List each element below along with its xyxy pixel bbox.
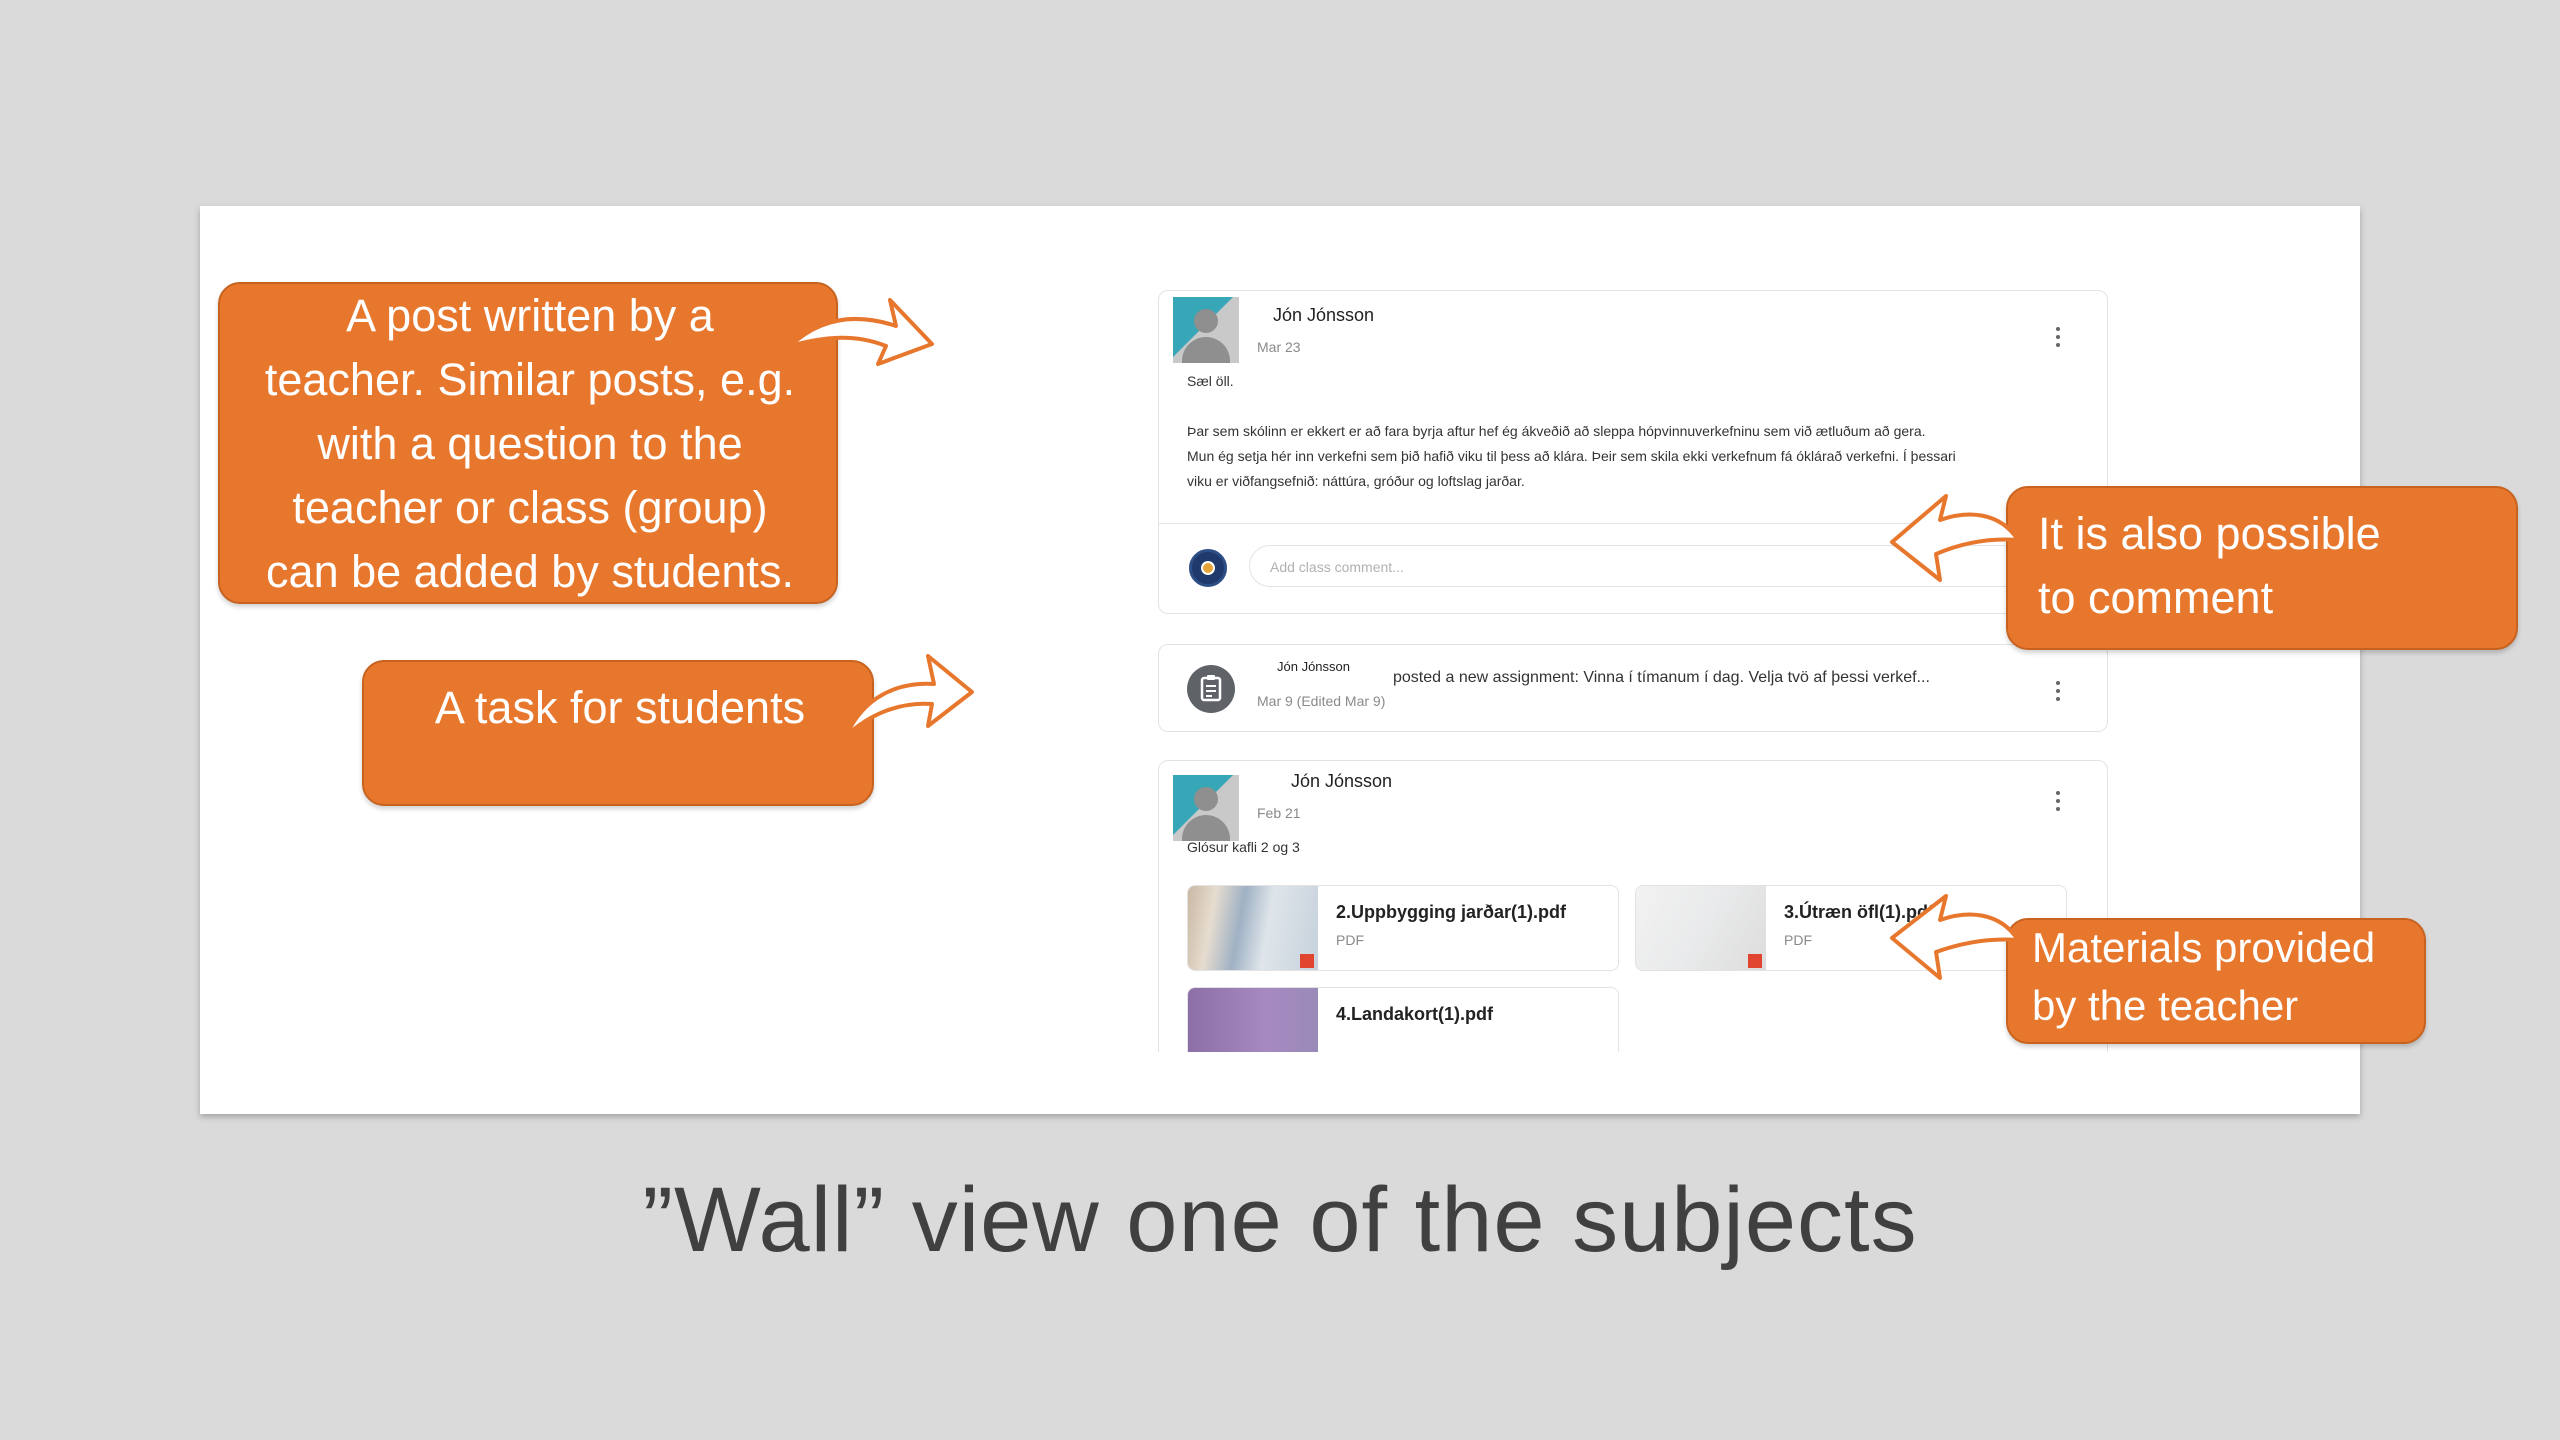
callout-line: with a question to the bbox=[317, 418, 743, 469]
arrow-right-icon bbox=[788, 298, 934, 366]
attachment-thumbnail bbox=[1636, 886, 1766, 970]
author-avatar[interactable] bbox=[1173, 775, 1239, 841]
callout-materials: Materials provided by the teacher bbox=[2006, 918, 2426, 1044]
arrow-right-icon bbox=[844, 654, 974, 738]
post-author[interactable]: Jón Jónsson bbox=[1273, 305, 1374, 326]
post-date: Feb 21 bbox=[1257, 805, 1301, 821]
current-user-avatar bbox=[1189, 549, 1227, 587]
more-options-icon[interactable] bbox=[2053, 681, 2063, 705]
callout-line: A task for students bbox=[434, 682, 806, 733]
callout-comment: It is also possible to comment bbox=[2006, 486, 2518, 650]
attachment-card[interactable]: 2.Uppbygging jarðar(1).pdf PDF bbox=[1187, 885, 1619, 971]
attachment-name: 4.Landakort(1).pdf bbox=[1336, 1004, 1494, 1024]
callout-task: A task for students bbox=[362, 660, 874, 806]
author-avatar[interactable] bbox=[1173, 297, 1239, 363]
arrow-left-icon bbox=[1890, 894, 2020, 980]
attachment-type: PDF bbox=[1336, 932, 1364, 948]
post-body-line: viku er viðfangsefnið: náttúra, gróður o… bbox=[1187, 473, 1525, 489]
callout-line: teacher or class (group) bbox=[292, 482, 768, 533]
attachment-thumbnail bbox=[1188, 886, 1318, 970]
post-author[interactable]: Jón Jónsson bbox=[1291, 771, 1392, 792]
post-date: Mar 23 bbox=[1257, 339, 1301, 355]
attachment-card[interactable]: 4.Landakort(1).pdf bbox=[1187, 987, 1619, 1052]
attachment-name: 2.Uppbygging jarðar(1).pdf bbox=[1336, 902, 1567, 922]
callout-line: can be added by students. bbox=[266, 546, 794, 597]
assignment-date: Mar 9 (Edited Mar 9) bbox=[1257, 693, 1386, 709]
slide-title: ”Wall” view one of the subjects bbox=[642, 1169, 1918, 1271]
callout-line: by the teacher bbox=[2032, 982, 2299, 1029]
assignment-post[interactable]: Jón Jónsson posted a new assignment: Vin… bbox=[1158, 644, 2108, 732]
pdf-icon bbox=[1300, 954, 1314, 968]
assignment-icon bbox=[1187, 665, 1235, 713]
attachment-thumbnail bbox=[1188, 988, 1318, 1052]
more-options-icon[interactable] bbox=[2053, 791, 2063, 815]
arrow-left-icon bbox=[1890, 494, 2020, 582]
post-body-line: Mun ég setja hér inn verkefni sem þið ha… bbox=[1187, 448, 1956, 464]
pdf-icon bbox=[1748, 954, 1762, 968]
more-options-icon[interactable] bbox=[2053, 327, 2063, 351]
assignment-author: Jón Jónsson bbox=[1277, 659, 1350, 674]
attachment-type: PDF bbox=[1784, 932, 1812, 948]
callout-line: to comment bbox=[2038, 572, 2274, 623]
callout-post: A post written by a teacher. Similar pos… bbox=[218, 282, 838, 604]
post-title: Glósur kafli 2 og 3 bbox=[1187, 839, 1300, 855]
callout-line: A post written by a bbox=[346, 290, 714, 341]
callout-line: It is also possible bbox=[2038, 508, 2381, 559]
post-body-line: Þar sem skólinn er ekkert er að fara byr… bbox=[1187, 423, 1926, 439]
post-greeting: Sæl öll. bbox=[1187, 373, 1234, 389]
callout-line: teacher. Similar posts, e.g. bbox=[264, 354, 796, 405]
callout-line: Materials provided bbox=[2032, 924, 2376, 971]
assignment-text[interactable]: posted a new assignment: Vinna í tímanum… bbox=[1393, 669, 1930, 687]
